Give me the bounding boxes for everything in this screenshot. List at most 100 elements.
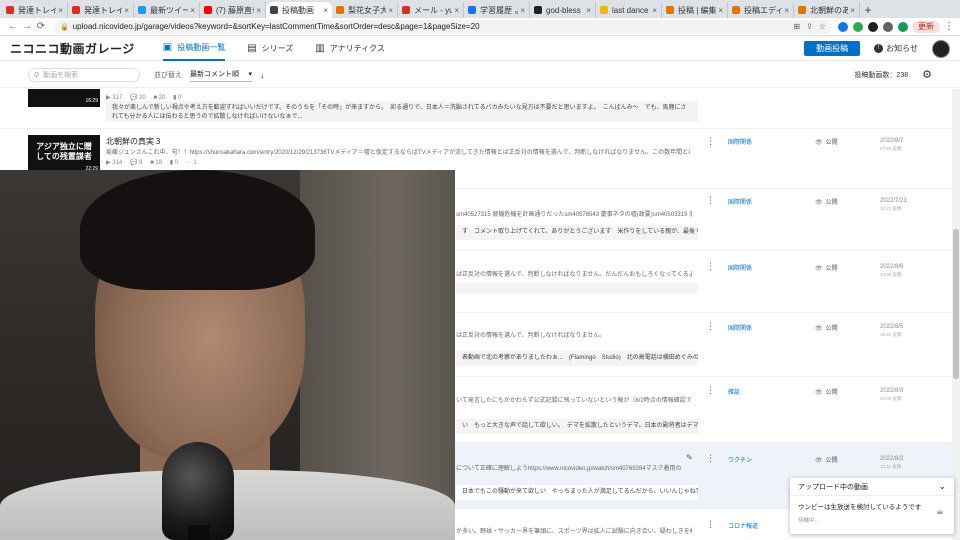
browser-tab[interactable]: メール - yuji× <box>398 2 464 18</box>
puzzle-icon[interactable] <box>883 21 893 32</box>
more-menu-icon[interactable]: ⋮ <box>706 385 715 396</box>
close-tab-icon[interactable]: × <box>718 6 723 15</box>
forward-icon[interactable]: → <box>20 21 34 32</box>
page-scrollbar[interactable] <box>952 89 960 540</box>
close-tab-icon[interactable]: × <box>256 6 261 15</box>
video-tag[interactable]: 国際関係 <box>728 263 752 272</box>
filter-row: ⚲ 動画を検索 並び替え 最新コメント順 ▾ ↓ 投稿動画数：238 ⚙ <box>0 62 960 88</box>
more-menu-icon[interactable]: ⋮ <box>706 519 715 530</box>
post-date: 2022/8/7 07:40 投稿 <box>880 137 903 153</box>
video-description: について正確に理解しようhttps://www.nicovideo.jp/wat… <box>456 466 682 472</box>
tab-favicon-icon <box>402 6 410 14</box>
sort-value: 最新コメント順 <box>190 71 239 78</box>
video-tag[interactable]: 国際関係 <box>728 323 752 332</box>
browser-menu-icon[interactable]: ⋮ <box>944 21 954 32</box>
visibility-status[interactable]: 👁 公開 <box>815 323 838 332</box>
address-url[interactable]: upload.nicovideo.jp/garage/videos?keywor… <box>73 22 788 31</box>
browser-tab[interactable]: 投稿動画 × <box>266 2 332 18</box>
chevron-down-icon[interactable]: ⌄ <box>938 481 946 492</box>
profile-icon[interactable] <box>898 21 908 32</box>
visibility-status[interactable]: 👁 公開 <box>815 263 838 272</box>
browser-tab[interactable]: 梨花女子大 × <box>332 2 398 18</box>
video-search-input[interactable]: ⚲ 動画を検索 <box>28 67 140 82</box>
close-tab-icon[interactable]: × <box>586 6 591 15</box>
more-menu-icon[interactable]: ⋮ <box>706 321 715 332</box>
video-tag[interactable]: コロナ報道 <box>728 521 758 530</box>
video-tag[interactable]: 国際関係 <box>728 137 752 146</box>
extension-icon[interactable] <box>853 21 863 32</box>
video-thumbnail[interactable]: アジア独立に贈しての残置謀者 22:29 <box>28 135 100 175</box>
video-title[interactable]: 北朝鮮の真実３ <box>106 136 162 147</box>
visibility-status[interactable]: 👁 公開 <box>815 197 838 206</box>
browser-tab[interactable]: 発達トレイン× <box>68 2 134 18</box>
visibility-status[interactable]: 👁 公開 <box>815 455 838 464</box>
upload-video-button[interactable]: 動画投稿 <box>804 41 861 56</box>
close-tab-icon[interactable]: × <box>652 6 657 15</box>
nav-tab[interactable]: ▥ アナリティクス <box>315 37 385 61</box>
browser-tab[interactable]: 最新ツイート× <box>134 2 200 18</box>
sort-direction-button[interactable]: ↓ <box>260 70 265 80</box>
browser-tab-title: メール - yuji <box>414 5 452 15</box>
browser-tab-title: 発達トレイン <box>84 5 122 15</box>
close-tab-icon[interactable]: × <box>124 6 129 15</box>
close-tab-icon[interactable]: × <box>388 6 393 15</box>
video-duration: 16:29 <box>85 98 98 104</box>
upload-panel-header[interactable]: アップロード中の動画 ⌄ <box>790 478 954 496</box>
close-tab-icon[interactable]: × <box>58 6 63 15</box>
tab-favicon-icon <box>204 6 212 14</box>
extension-icon[interactable] <box>868 21 878 32</box>
translate-icon[interactable]: ⊞ <box>793 22 800 31</box>
close-tab-icon[interactable]: × <box>190 6 195 15</box>
more-menu-icon[interactable]: ⋮ <box>706 136 715 147</box>
video-tag[interactable]: ワクチン <box>728 455 752 464</box>
sort-select[interactable]: 最新コメント順 ▾ <box>190 68 252 82</box>
visibility-status[interactable]: 👁 公開 <box>815 387 838 396</box>
browser-tab[interactable]: god-bless × <box>530 2 596 18</box>
browser-tab[interactable]: 投稿 | 編集 × <box>662 2 728 18</box>
browser-tab[interactable]: (7) 藤原直也× <box>200 2 266 18</box>
notice-button[interactable]: ! お知らせ <box>874 43 918 54</box>
visibility-label: 公開 <box>825 200 838 206</box>
address-bar[interactable]: 🔒 upload.nicovideo.jp/garage/videos?keyw… <box>54 19 832 34</box>
share-icon[interactable]: ⇪ <box>806 22 813 31</box>
browser-tab[interactable]: 北朝鮮のあ × <box>794 2 860 18</box>
scrollbar-thumb[interactable] <box>953 229 959 379</box>
browser-tab[interactable]: 投稿エディタ× <box>728 2 794 18</box>
nav-tab-label: 投稿動画一覧 <box>177 43 226 52</box>
gear-icon[interactable]: ⚙ <box>922 68 932 81</box>
video-stats: ▶ 317 💬 20 ■ 20 ▮ 0 <box>106 95 182 101</box>
visibility-label: 公開 <box>825 458 838 464</box>
close-tab-icon[interactable]: × <box>850 6 855 15</box>
more-menu-icon[interactable]: ⋮ <box>706 261 715 272</box>
close-tab-icon[interactable]: × <box>784 6 789 15</box>
more-menu-icon[interactable]: ⋮ <box>706 453 715 464</box>
avatar[interactable] <box>932 39 950 58</box>
video-row[interactable]: 16:29 ▶ 317 💬 20 ■ 20 ▮ 0 我々が楽しんで新しい視点や考… <box>0 89 952 129</box>
browser-tab[interactable]: 学習履歴 よ × <box>464 2 530 18</box>
visibility-status[interactable]: 👁 公開 <box>815 137 838 146</box>
post-time: 12:11 投稿 <box>880 464 902 469</box>
notice-label: お知らせ <box>886 44 918 53</box>
site-logo[interactable]: ニコニコ動画ガレージ <box>10 40 135 57</box>
bookmark-star-icon[interactable]: ☆ <box>819 22 826 31</box>
more-menu-icon[interactable]: ⋮ <box>706 195 715 206</box>
browser-tab[interactable]: last dance × <box>596 2 662 18</box>
update-button[interactable]: 更新 <box>912 20 940 33</box>
new-tab-button[interactable]: + <box>860 2 876 18</box>
upload-item-name: ウンピーは生放送を検討しているようです <box>798 504 922 511</box>
extension-icon[interactable] <box>838 21 848 32</box>
nav-tab[interactable]: ▤ シリーズ <box>247 37 293 61</box>
edit-pencil-icon[interactable]: ✎ <box>686 453 693 462</box>
post-date-value: 2022/8/3 <box>880 388 904 394</box>
close-tab-icon[interactable]: × <box>454 6 459 15</box>
video-thumbnail[interactable]: 16:29 <box>28 89 100 107</box>
close-tab-icon[interactable]: × <box>520 6 525 15</box>
video-tag[interactable]: 国際関係 <box>728 197 752 206</box>
browser-tab[interactable]: 発達トレイン× <box>2 2 68 18</box>
close-tab-icon[interactable]: × <box>323 6 328 15</box>
video-tag[interactable]: 雑談 <box>728 387 740 396</box>
nav-tab-label: アナリティクス <box>329 44 385 53</box>
reload-icon[interactable]: ⟳ <box>34 21 48 32</box>
nav-tab[interactable]: ▣ 投稿動画一覧 <box>162 37 226 61</box>
back-icon[interactable]: ← <box>6 21 20 32</box>
